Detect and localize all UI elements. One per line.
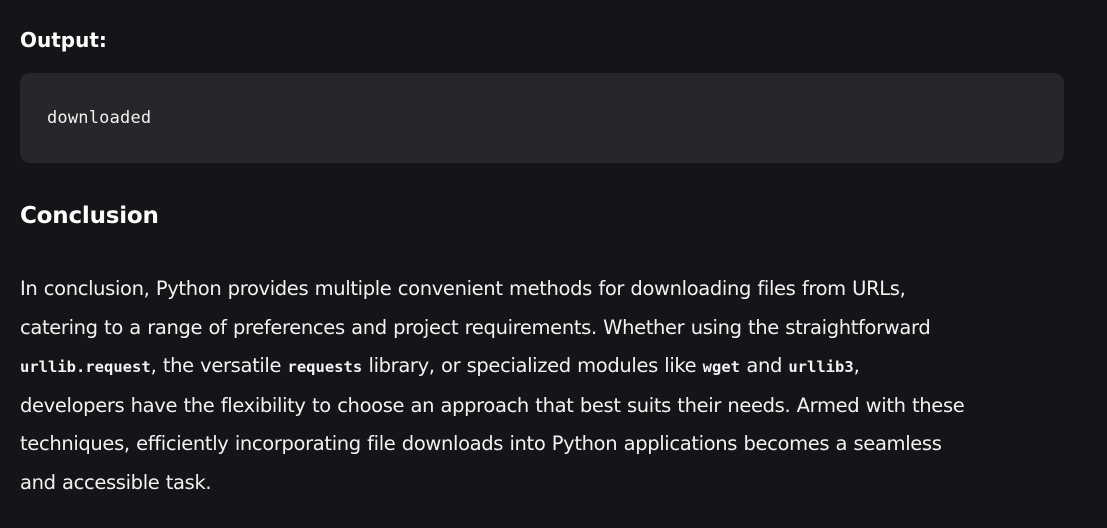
- paragraph-line: catering to a range of preferences and p…: [20, 315, 931, 339]
- conclusion-paragraph: In conclusion, Python provides multiple …: [20, 270, 1095, 502]
- conclusion-heading: Conclusion: [20, 203, 159, 229]
- article-content: Output: downloaded Conclusion In conclus…: [0, 0, 1107, 528]
- paragraph-text: and: [740, 354, 789, 377]
- paragraph-line: developers have the flexibility to choos…: [20, 393, 965, 417]
- paragraph-text: ,: [853, 354, 860, 377]
- inline-code-requests: requests: [287, 358, 363, 376]
- paragraph-text: , the versatile: [150, 354, 288, 377]
- inline-code-urllib-request: urllib.request: [20, 358, 151, 376]
- paragraph-text: library, or specialized modules like: [362, 354, 703, 377]
- paragraph-line: techniques, efficiently incorporating fi…: [20, 432, 942, 455]
- paragraph-line: urllib.request, the versatile requests l…: [20, 347, 1095, 387]
- inline-code-wget: wget: [702, 358, 740, 376]
- output-label: Output:: [20, 28, 107, 52]
- paragraph-line: and accessible task.: [20, 470, 212, 494]
- paragraph-line: In conclusion, Python provides multiple …: [20, 277, 906, 300]
- output-code-block: downloaded: [20, 73, 1064, 163]
- output-code-text: downloaded: [47, 108, 152, 128]
- inline-code-urllib3: urllib3: [788, 358, 854, 376]
